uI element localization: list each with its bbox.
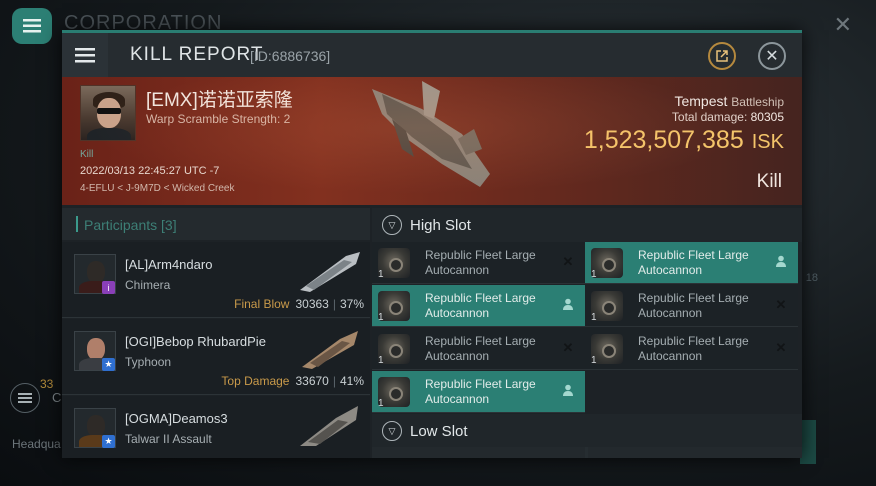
ship-name[interactable]: Tempest Battleship — [674, 93, 784, 109]
participant-row[interactable]: ★ [OGI]Bebop RhubardPie Typhoon Top Dama… — [62, 319, 370, 395]
background-partial-label: C — [52, 390, 62, 405]
headquarters-label: Headqua — [12, 437, 61, 451]
kill-tag: Kill — [80, 149, 94, 160]
list-icon — [18, 393, 32, 403]
high-slot-header: ▽ High Slot — [372, 208, 802, 242]
destroyed-icon: ✕ — [562, 340, 574, 355]
background-counter: 33 — [40, 377, 54, 391]
modal-header: KILL REPORT [ID:6886736] ✕ — [62, 33, 802, 77]
close-button[interactable]: ✕ — [758, 42, 786, 70]
side-menu-button[interactable] — [10, 383, 40, 413]
close-icon: ✕ — [765, 48, 779, 65]
dropped-person-icon — [774, 255, 788, 269]
share-icon — [716, 50, 728, 62]
module-item[interactable]: 1 Republic Fleet Large Autocannon ✕ — [585, 285, 798, 327]
info-badge-icon: i — [102, 281, 115, 294]
module-qty: 1 — [378, 312, 384, 323]
module-item[interactable]: 1 Republic Fleet Large Autocannon ✕ — [585, 328, 798, 370]
participant-stats: Final Blow 30363 | 37% — [234, 297, 364, 311]
background-panel — [800, 420, 816, 464]
result-label: Kill — [756, 171, 782, 192]
modal-title: KILL REPORT — [130, 44, 264, 65]
low-slot-icon: ▽ — [382, 421, 402, 441]
participant-row[interactable]: ★ [OGMA]Deamos3 Talwar II Assault — [62, 396, 370, 458]
low-slot-modules — [372, 447, 802, 458]
isk-value: 1,523,507,385 ISK — [583, 126, 784, 154]
module-name: Republic Fleet Large Autocannon — [638, 334, 749, 363]
participants-tab[interactable]: Participants [3] — [62, 208, 370, 240]
destroyed-icon: ✕ — [775, 297, 787, 312]
participant-row[interactable]: i [AL]Arm4ndaro Chimera Final Blow 30363 |… — [62, 242, 370, 318]
victim-banner: [EMX]诺诺亚索隆 Warp Scramble Strength: 2 Kil… — [62, 77, 802, 205]
background-close-icon[interactable]: ✕ — [834, 12, 852, 38]
star-badge-icon: ★ — [102, 358, 115, 371]
star-badge-icon: ★ — [102, 435, 115, 448]
module-name: Republic Fleet Large Autocannon — [425, 377, 536, 406]
ship-class: Battleship — [731, 95, 784, 109]
module-name: Republic Fleet Large Autocannon — [638, 248, 749, 277]
module-qty: 1 — [591, 355, 597, 366]
destroyed-icon: ✕ — [562, 254, 574, 269]
dropped-person-icon — [561, 298, 575, 312]
module-qty: 1 — [378, 269, 384, 280]
participant-ship: Chimera — [125, 278, 171, 292]
participant-ship-image — [300, 252, 360, 292]
low-slot-header: ▽ Low Slot — [372, 414, 802, 448]
module-item[interactable]: 1 Republic Fleet Large Autocannon — [585, 242, 798, 284]
module-name: Republic Fleet Large Autocannon — [425, 248, 536, 277]
participant-ship-image — [300, 406, 358, 446]
participant-ship-image — [302, 331, 358, 369]
participant-name: [OGMA]Deamos3 — [125, 411, 228, 426]
module-name: Republic Fleet Large Autocannon — [425, 334, 536, 363]
high-slot-label: High Slot — [410, 217, 471, 234]
report-id[interactable]: [ID:6886736] — [250, 48, 330, 64]
module-item[interactable]: 1 Republic Fleet Large Autocannon ✕ — [372, 242, 585, 284]
high-slot-icon: ▽ — [382, 215, 402, 235]
kill-datetime: 2022/03/13 22:45:27 UTC -7 — [80, 165, 220, 177]
module-item[interactable]: 1 Republic Fleet Large Autocannon — [372, 285, 585, 327]
participant-stats: Top Damage 33670 | 41% — [221, 374, 364, 388]
module-qty: 1 — [378, 398, 384, 409]
participant-ship: Typhoon — [125, 355, 172, 369]
kill-location[interactable]: 4-EFLU < J-9M7D < Wicked Creek — [80, 183, 235, 194]
kill-report-modal: KILL REPORT [ID:6886736] ✕ [EMX]诺诺亚索隆 Wa… — [62, 30, 802, 458]
warp-scramble-strength: Warp Scramble Strength: 2 — [146, 112, 291, 126]
low-slot-label: Low Slot — [410, 423, 468, 440]
hamburger-icon — [23, 19, 41, 33]
victim-avatar[interactable] — [80, 85, 136, 141]
main-menu-button[interactable] — [12, 8, 52, 44]
participants-label: Participants [3] — [84, 217, 177, 233]
destroyed-icon: ✕ — [775, 340, 787, 355]
share-button[interactable] — [708, 42, 736, 70]
victim-ship-image[interactable] — [362, 79, 502, 197]
total-damage: Total damage: 80305 — [671, 110, 784, 124]
participant-ship: Talwar II Assault — [125, 432, 212, 446]
module-item[interactable] — [588, 447, 802, 458]
background-right-counter: 18 — [805, 272, 818, 284]
victim-name[interactable]: [EMX]诺诺亚索隆 — [146, 85, 293, 112]
module-qty: 1 — [378, 355, 384, 366]
module-item[interactable]: 1 Republic Fleet Large Autocannon ✕ — [372, 328, 585, 370]
participant-name: [OGI]Bebop RhubardPie — [125, 334, 266, 349]
hamburger-icon — [75, 47, 95, 62]
module-qty: 1 — [591, 312, 597, 323]
module-item[interactable] — [372, 447, 585, 458]
module-name: Republic Fleet Large Autocannon — [638, 291, 749, 320]
modal-menu-button[interactable] — [62, 33, 108, 77]
module-item[interactable]: 1 Republic Fleet Large Autocannon — [372, 371, 585, 413]
module-name: Republic Fleet Large Autocannon — [425, 291, 536, 320]
participant-name: [AL]Arm4ndaro — [125, 257, 213, 272]
dropped-person-icon — [561, 384, 575, 398]
module-qty: 1 — [591, 269, 597, 280]
